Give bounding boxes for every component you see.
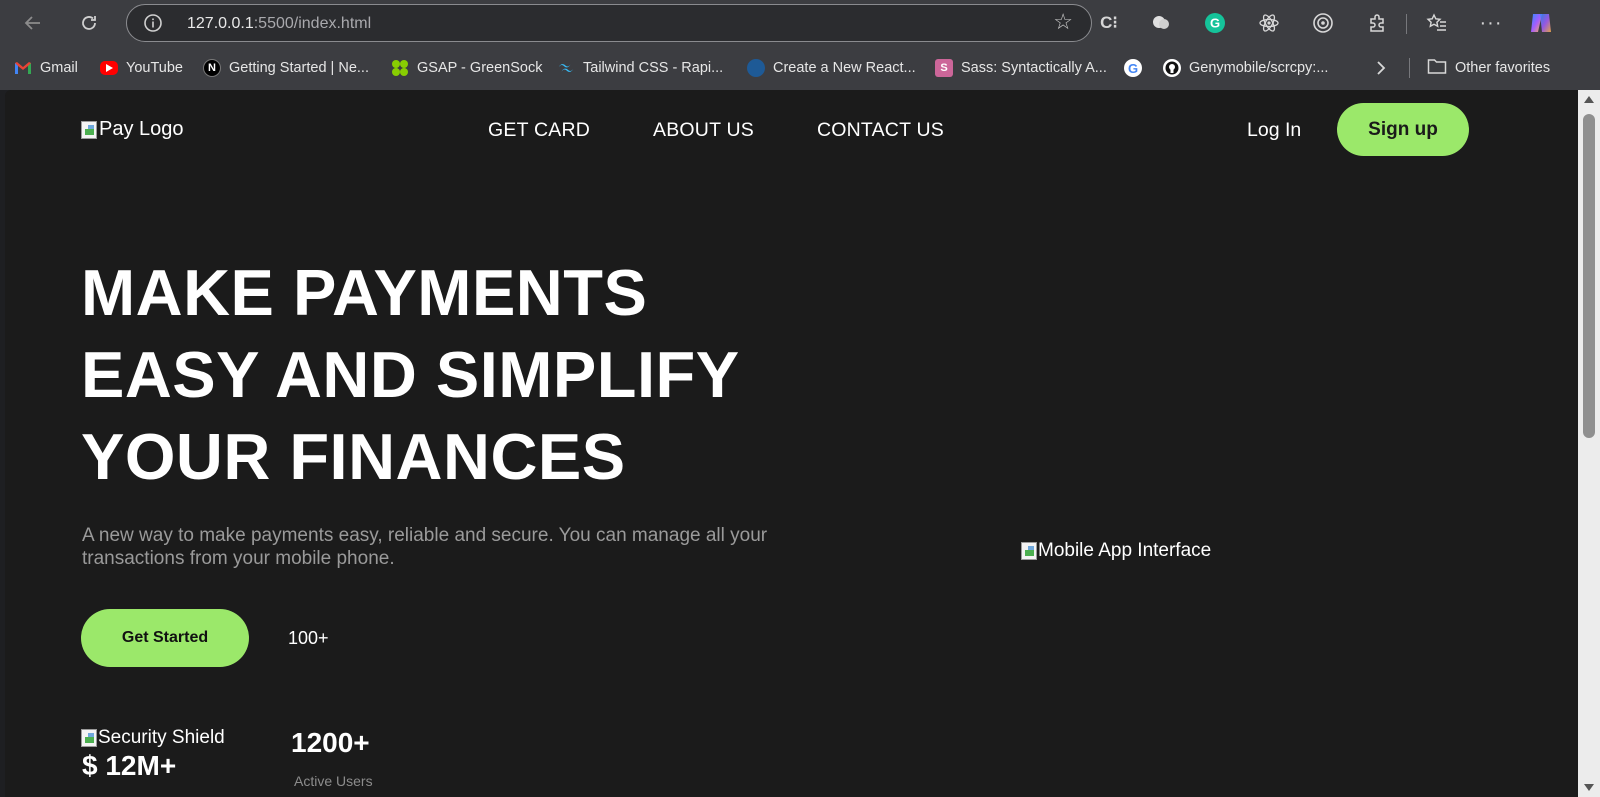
site-logo[interactable]: Pay Logo — [81, 118, 184, 141]
bookmark-google[interactable]: G — [1124, 57, 1142, 79]
more-options-icon[interactable]: ··· — [1478, 10, 1504, 36]
broken-image-icon — [81, 729, 97, 747]
grammarly-icon[interactable]: G — [1202, 10, 1228, 36]
bookmark-label: Tailwind CSS - Rapi... — [583, 60, 724, 76]
nextjs-icon: N — [203, 59, 221, 77]
shield-alt-text: Security Shield — [98, 727, 225, 748]
other-favorites[interactable]: Other favorites — [1427, 57, 1550, 79]
extension-blob-icon[interactable] — [1148, 10, 1174, 36]
gmail-icon — [14, 59, 32, 77]
bookmark-label: Getting Started | Ne... — [229, 60, 369, 76]
nav-about-us[interactable]: ABOUT US — [653, 119, 754, 142]
gsap-icon — [391, 59, 409, 77]
bookmark-gmail[interactable]: Gmail — [14, 57, 78, 79]
logo-alt-text: Pay Logo — [99, 118, 184, 140]
github-icon — [1163, 59, 1181, 77]
bookmark-gsap[interactable]: GSAP - GreenSock — [391, 57, 542, 79]
url-host: 127.0.0.1 — [187, 15, 254, 32]
react-devtools-icon[interactable] — [1256, 10, 1282, 36]
login-link[interactable]: Log In — [1247, 119, 1301, 142]
back-icon[interactable] — [18, 8, 48, 38]
tailwind-icon — [557, 59, 575, 77]
copilot-icon[interactable] — [1528, 10, 1554, 36]
hero-line: YOUR FINANCES — [81, 420, 626, 493]
google-icon: G — [1124, 59, 1142, 77]
bookmark-label: YouTube — [126, 60, 183, 76]
stat-users: 1200+ — [291, 727, 370, 758]
scroll-down-arrow-icon[interactable] — [1584, 784, 1594, 791]
get-started-button[interactable]: Get Started — [81, 609, 249, 667]
bookmark-label: GSAP - GreenSock — [417, 60, 543, 76]
bookmark-tailwind[interactable]: Tailwind CSS - Rapi... — [557, 57, 723, 79]
security-shield-image: Security Shield — [81, 727, 225, 749]
broken-image-icon — [1021, 542, 1037, 560]
scroll-up-arrow-icon[interactable] — [1584, 96, 1594, 103]
bookmark-youtube[interactable]: YouTube — [100, 57, 183, 79]
scrollbar-thumb[interactable] — [1583, 114, 1595, 438]
page-viewport: Pay Logo GET CARD ABOUT US CONTACT US Lo… — [5, 90, 1578, 797]
mobile-image-alt-text: Mobile App Interface — [1038, 540, 1212, 561]
bookmark-label: Genymobile/scrcpy:... — [1189, 60, 1329, 76]
browser-toolbar: 127.0.0.1:5500/index.html ☆ C⁝ G ··· — [0, 0, 1600, 47]
users-count: 100+ — [288, 628, 329, 648]
stat-users-label: Active Users — [294, 773, 373, 789]
bookmarks-overflow-chevron-icon[interactable] — [1375, 57, 1387, 79]
bookmark-github[interactable]: Genymobile/scrcpy:... — [1163, 57, 1328, 79]
site-info-icon[interactable] — [143, 13, 163, 33]
bookmark-label: Sass: Syntactically A... — [961, 60, 1107, 76]
bookmarks-bar: Gmail YouTube N Getting Started | Ne... … — [0, 47, 1600, 90]
favorite-star-icon[interactable]: ☆ — [1053, 11, 1073, 33]
hero-line: MAKE PAYMENTS — [81, 256, 648, 329]
target-extension-icon[interactable] — [1310, 10, 1336, 36]
bookmark-label: Gmail — [40, 60, 78, 76]
url-text: 127.0.0.1:5500/index.html — [187, 15, 371, 33]
folder-icon — [1427, 57, 1447, 79]
toolbar-separator — [1406, 14, 1407, 34]
react-icon — [747, 59, 765, 77]
mobile-app-image: Mobile App Interface — [1021, 540, 1211, 562]
bookmark-nextjs[interactable]: N Getting Started | Ne... — [203, 57, 369, 79]
nav-get-card[interactable]: GET CARD — [488, 119, 590, 142]
nav-contact-us[interactable]: CONTACT US — [817, 119, 944, 142]
signup-button[interactable]: Sign up — [1337, 103, 1469, 156]
hero-subtitle: A new way to make payments easy, reliabl… — [82, 525, 768, 569]
broken-image-icon — [81, 120, 97, 139]
bookmarks-separator — [1409, 58, 1410, 78]
address-bar[interactable]: 127.0.0.1:5500/index.html ☆ — [126, 4, 1092, 42]
page-scrollbar[interactable] — [1578, 90, 1600, 797]
url-path: :5500/index.html — [253, 15, 372, 32]
stat-amount: $ 12M+ — [82, 750, 177, 781]
extension-c-icon[interactable]: C⁝ — [1096, 10, 1122, 36]
sass-icon: S — [935, 59, 953, 77]
bookmark-label: Create a New React... — [773, 60, 916, 76]
bookmark-react[interactable]: Create a New React... — [747, 57, 916, 79]
hero-line: EASY AND SIMPLIFY — [81, 338, 740, 411]
bookmark-sass[interactable]: S Sass: Syntactically A... — [935, 57, 1107, 79]
youtube-icon — [100, 61, 118, 75]
favorites-list-icon[interactable] — [1424, 10, 1450, 36]
extensions-puzzle-icon[interactable] — [1364, 10, 1390, 36]
hero-heading: MAKE PAYMENTS EASY AND SIMPLIFY YOUR FIN… — [81, 252, 801, 498]
other-favorites-label: Other favorites — [1455, 60, 1551, 76]
reload-icon[interactable] — [74, 8, 104, 38]
svg-text:G: G — [1210, 16, 1220, 31]
